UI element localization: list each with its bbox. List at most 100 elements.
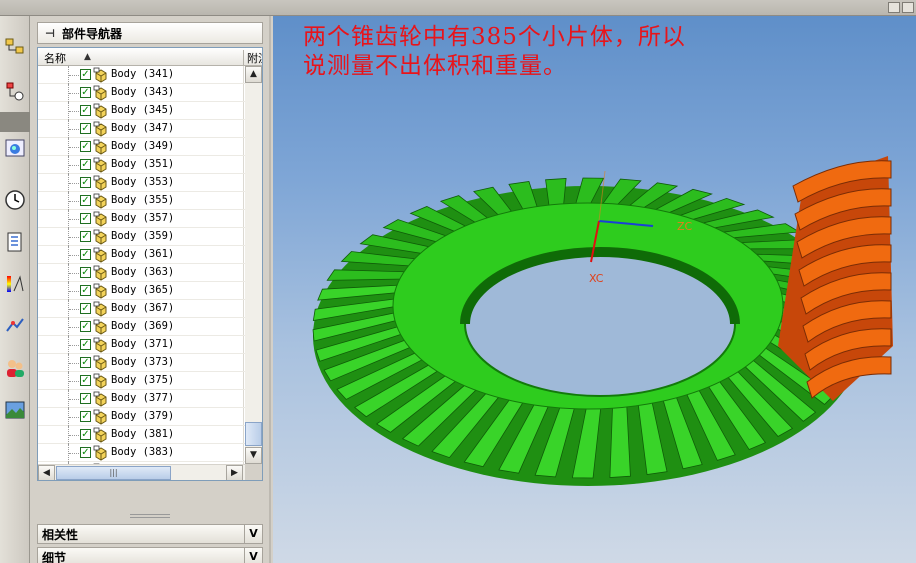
window-controls xyxy=(888,2,914,13)
tree-row[interactable]: ✓ Body (373) xyxy=(38,354,245,372)
scroll-down-button[interactable]: ▼ xyxy=(245,447,262,464)
dependencies-section[interactable]: 相关性 V xyxy=(37,524,263,544)
tree-row[interactable]: ✓ Body (369) xyxy=(38,318,245,336)
tree-row[interactable]: ✓ Body (347) xyxy=(38,120,245,138)
visibility-checkbox[interactable]: ✓ xyxy=(80,357,91,368)
web-browser-icon[interactable] xyxy=(2,134,28,162)
visibility-checkbox[interactable]: ✓ xyxy=(80,69,91,80)
tree-row[interactable]: ✓ Body (349) xyxy=(38,138,245,156)
reuse-library-icon[interactable] xyxy=(2,228,28,256)
tree-row[interactable]: ✓ Body (379) xyxy=(38,408,245,426)
tree-connector xyxy=(69,237,79,238)
body-icon xyxy=(93,319,107,335)
visibility-checkbox[interactable]: ✓ xyxy=(80,105,91,116)
visibility-checkbox[interactable]: ✓ xyxy=(80,231,91,242)
visibility-checkbox[interactable]: ✓ xyxy=(80,141,91,152)
tree-row[interactable]: ✓ Body (375) xyxy=(38,372,245,390)
visibility-checkbox[interactable]: ✓ xyxy=(80,393,91,404)
body-icon xyxy=(93,337,107,353)
visibility-checkbox[interactable]: ✓ xyxy=(80,375,91,386)
tree-row[interactable]: ✓ Body (377) xyxy=(38,390,245,408)
body-icon xyxy=(93,139,107,155)
tree-row[interactable]: ✓ Body (367) xyxy=(38,300,245,318)
close-button[interactable] xyxy=(902,2,914,13)
horizontal-scroll-thumb[interactable]: ||| xyxy=(56,466,171,480)
pin-icon[interactable]: ⊣ xyxy=(38,27,62,40)
splitter-grip[interactable] xyxy=(130,514,170,518)
tree-connector xyxy=(69,255,79,256)
visibility-checkbox[interactable]: ✓ xyxy=(80,411,91,422)
tree-row[interactable]: ✓ Body (353) xyxy=(38,174,245,192)
part-navigator-icon[interactable] xyxy=(2,78,28,106)
body-icon xyxy=(93,391,107,407)
visibility-checkbox[interactable]: ✓ xyxy=(80,267,91,278)
graphics-viewport[interactable]: XC ZC 两个锥齿轮中有385个小片体，所以 说测量不出体积和重量。 xyxy=(273,16,916,563)
visibility-checkbox[interactable]: ✓ xyxy=(80,321,91,332)
navigator-title: 部件导航器 xyxy=(62,26,123,41)
scroll-corner xyxy=(245,464,262,480)
body-label: Body (371) xyxy=(111,338,175,350)
visualization-icon[interactable] xyxy=(2,270,28,298)
tree-connector xyxy=(69,381,79,382)
tree-row[interactable]: ✓ Body (381) xyxy=(38,426,245,444)
visibility-checkbox[interactable]: ✓ xyxy=(80,87,91,98)
visibility-checkbox[interactable]: ✓ xyxy=(80,429,91,440)
body-label: Body (357) xyxy=(111,212,175,224)
visibility-checkbox[interactable]: ✓ xyxy=(80,213,91,224)
body-label: Body (367) xyxy=(111,302,175,314)
history-icon[interactable] xyxy=(2,186,28,214)
body-icon xyxy=(93,409,107,425)
chevron-down-icon[interactable]: V xyxy=(244,548,262,563)
tree-connector xyxy=(69,363,79,364)
tree-connector xyxy=(69,165,79,166)
bevel-gear-model[interactable]: XC ZC xyxy=(273,16,916,563)
x-axis-label: XC xyxy=(589,272,604,285)
visibility-checkbox[interactable]: ✓ xyxy=(80,123,91,134)
visibility-checkbox[interactable]: ✓ xyxy=(80,177,91,188)
tree-connector xyxy=(69,309,79,310)
scroll-left-button[interactable]: ◀ xyxy=(38,465,55,480)
tree-row[interactable]: ✓ Body (351) xyxy=(38,156,245,174)
chevron-down-icon[interactable]: V xyxy=(244,525,262,543)
visibility-checkbox[interactable]: ✓ xyxy=(80,447,91,458)
gear-tooth xyxy=(326,269,411,281)
column-name[interactable]: 名称 xyxy=(44,50,66,66)
scroll-up-button[interactable]: ▲ xyxy=(245,66,262,83)
horizontal-scrollbar[interactable]: ◀ ||| ▶ xyxy=(38,464,245,480)
tree-row[interactable]: ✓ Body (355) xyxy=(38,192,245,210)
tree-row[interactable]: ✓ Body (371) xyxy=(38,336,245,354)
tree-connector xyxy=(69,93,79,94)
visibility-checkbox[interactable]: ✓ xyxy=(80,285,91,296)
system-scenes-icon[interactable] xyxy=(2,396,28,424)
details-section[interactable]: 细节 V xyxy=(37,547,263,563)
tree-row[interactable]: ✓ Body (357) xyxy=(38,210,245,228)
restore-button[interactable] xyxy=(888,2,900,13)
tree-connector xyxy=(69,345,79,346)
tree-row[interactable]: ✓ Body (345) xyxy=(38,102,245,120)
process-studio-icon[interactable] xyxy=(2,312,28,340)
body-label: Body (347) xyxy=(111,122,175,134)
tree-row[interactable]: ✓ Body (341) xyxy=(38,66,245,84)
visibility-checkbox[interactable]: ✓ xyxy=(80,339,91,350)
tree-row[interactable]: ✓ Body (343) xyxy=(38,84,245,102)
body-icon xyxy=(93,103,107,119)
scroll-right-button[interactable]: ▶ xyxy=(226,465,243,480)
tree-row[interactable]: ✓ Body (383) xyxy=(38,444,245,462)
visibility-checkbox[interactable]: ✓ xyxy=(80,249,91,260)
tree-row[interactable]: ✓ Body (365) xyxy=(38,282,245,300)
tree-row[interactable]: ✓ Body (359) xyxy=(38,228,245,246)
visibility-checkbox[interactable]: ✓ xyxy=(80,303,91,314)
column-attached[interactable]: 附注 xyxy=(243,50,262,66)
visibility-checkbox[interactable]: ✓ xyxy=(80,195,91,206)
vertical-scroll-thumb[interactable] xyxy=(245,422,262,446)
sort-ascending-icon[interactable]: ▲ xyxy=(84,52,91,62)
vertical-scrollbar[interactable]: ▲ ▼ xyxy=(245,66,262,464)
tree-connector xyxy=(69,273,79,274)
tree-rows: ✓ Body (341) ✓ Body (343) ✓ Body (345) ✓ Body (… xyxy=(38,66,245,480)
body-icon xyxy=(93,283,107,299)
assembly-navigator-icon[interactable] xyxy=(2,34,28,62)
visibility-checkbox[interactable]: ✓ xyxy=(80,159,91,170)
tree-row[interactable]: ✓ Body (363) xyxy=(38,264,245,282)
tree-row[interactable]: ✓ Body (361) xyxy=(38,246,245,264)
roles-icon[interactable] xyxy=(2,354,28,382)
